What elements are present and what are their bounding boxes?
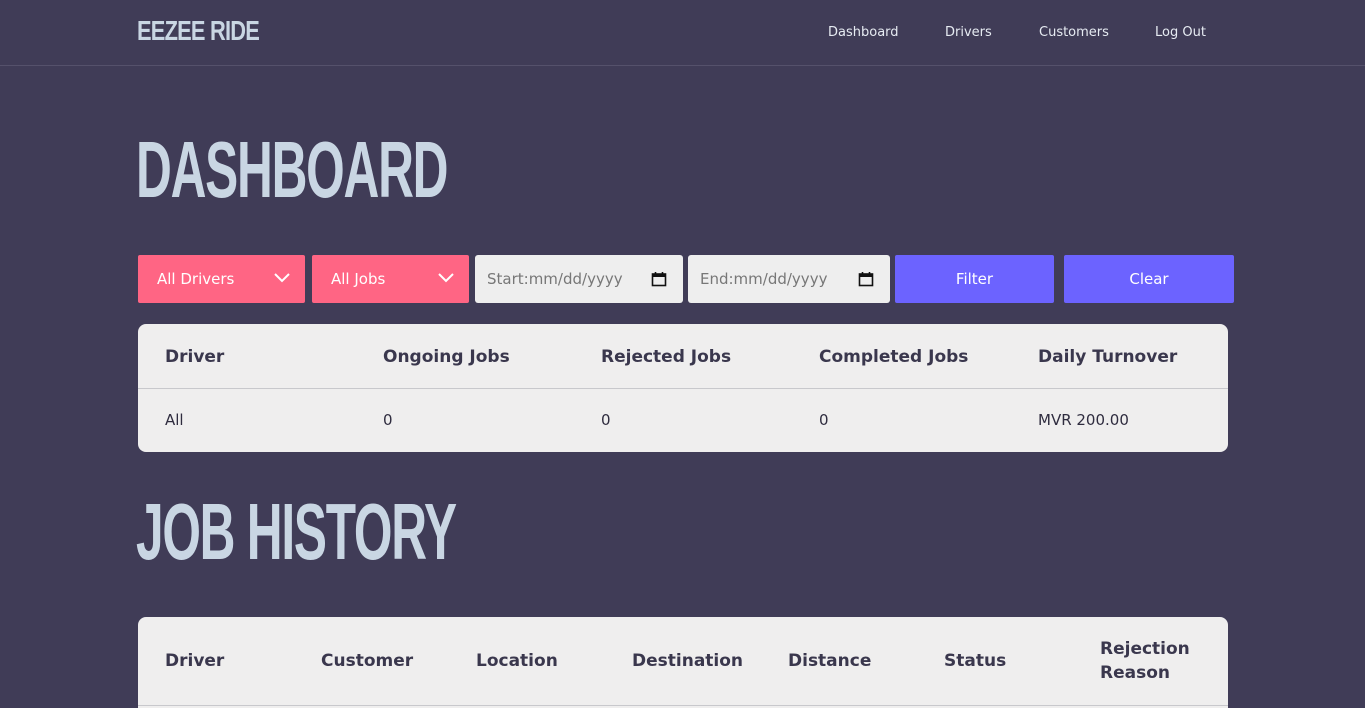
header-ongoing-jobs: Ongoing Jobs <box>383 347 510 367</box>
table-divider <box>138 388 1228 389</box>
driver-select[interactable]: All Drivers <box>138 255 305 303</box>
nav-link-dashboard[interactable]: Dashboard <box>828 24 899 42</box>
nav-link-logout[interactable]: Log Out <box>1155 24 1206 42</box>
header-status: Status <box>944 651 1007 671</box>
header-driver: Driver <box>165 347 225 367</box>
header-rejected-jobs: Rejected Jobs <box>601 347 732 367</box>
chevron-down-icon <box>274 273 290 283</box>
start-date-input[interactable]: Start:mm/dd/yyyy <box>475 255 683 303</box>
header-destination: Destination <box>632 651 744 671</box>
stats-table: Driver Ongoing Jobs Rejected Jobs Comple… <box>138 324 1228 452</box>
filter-button[interactable]: Filter <box>895 255 1054 303</box>
job-history-table: Driver Customer Location Destination Dis… <box>138 617 1228 708</box>
header-customer: Customer <box>321 651 414 671</box>
cell-daily-turnover: MVR 200.00 <box>1038 411 1129 429</box>
cell-driver: All <box>165 411 184 429</box>
top-navbar: EEZEE RIDE Dashboard Drivers Customers L… <box>0 0 1365 66</box>
cell-completed-jobs: 0 <box>819 411 829 429</box>
cell-ongoing-jobs: 0 <box>383 411 393 429</box>
cell-rejected-jobs: 0 <box>601 411 611 429</box>
driver-select-value: All Drivers <box>157 270 235 288</box>
nav-link-customers[interactable]: Customers <box>1039 24 1109 42</box>
clear-button[interactable]: Clear <box>1064 255 1234 303</box>
end-date-input[interactable]: End:mm/dd/yyyy <box>688 255 890 303</box>
start-date-placeholder: Start:mm/dd/yyyy <box>487 270 623 288</box>
header-daily-turnover: Daily Turnover <box>1038 347 1178 367</box>
table-divider <box>138 705 1228 706</box>
section-title-job-history: JOB HISTORY <box>136 487 457 576</box>
header-distance: Distance <box>788 651 872 671</box>
header-rejection-reason: Rejection Reason <box>1100 639 1190 683</box>
header-driver: Driver <box>165 651 225 671</box>
header-completed-jobs: Completed Jobs <box>819 347 969 367</box>
job-select[interactable]: All Jobs <box>312 255 469 303</box>
end-date-placeholder: End:mm/dd/yyyy <box>700 270 828 288</box>
header-location: Location <box>476 651 558 671</box>
nav-link-drivers[interactable]: Drivers <box>945 24 992 42</box>
chevron-down-icon <box>438 273 454 283</box>
calendar-icon[interactable] <box>651 271 667 287</box>
app-logo[interactable]: EEZEE RIDE <box>137 14 260 48</box>
job-select-value: All Jobs <box>331 270 386 288</box>
calendar-icon[interactable] <box>858 271 874 287</box>
page-title: DASHBOARD <box>136 125 448 214</box>
